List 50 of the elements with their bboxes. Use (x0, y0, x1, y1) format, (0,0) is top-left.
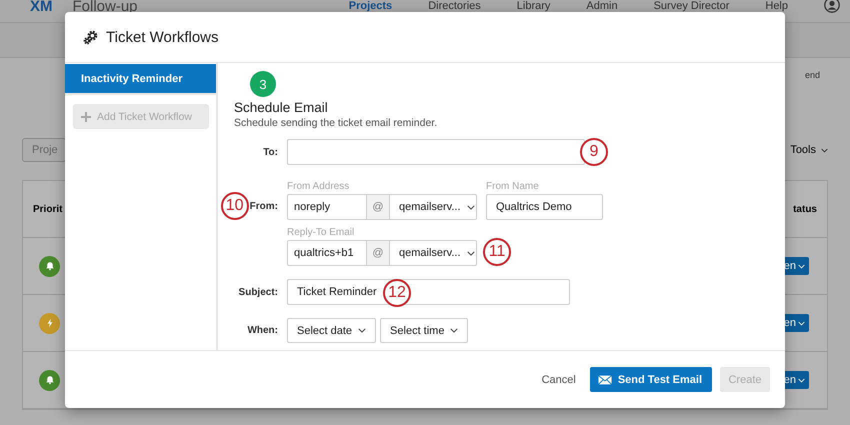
nav-link[interactable]: Library (516, 0, 550, 12)
logo[interactable]: XM (30, 0, 52, 14)
chevron-down-icon (798, 320, 805, 326)
section-description: Schedule sending the ticket email reminder. (234, 117, 438, 129)
cancel-button[interactable]: Cancel (536, 367, 582, 392)
domain-dropdown[interactable]: qemailserv... (389, 240, 477, 266)
envelope-icon (598, 374, 612, 384)
nav-link[interactable]: Help (765, 0, 788, 12)
at-sign-addon: @ (367, 240, 389, 266)
workflow-item[interactable]: Inactivity Reminder (65, 64, 216, 95)
dialog-title: Ticket Workflows (106, 28, 219, 46)
address-input-field[interactable]: noreply (287, 194, 367, 220)
chevron-down-icon (466, 250, 475, 256)
field-caption: Reply-To Email (287, 228, 356, 240)
field-label: To: (263, 146, 278, 158)
from-name-input-field[interactable]: Qualtrics Demo (486, 194, 603, 220)
address-input-field[interactable]: qualtrics+b1 (287, 240, 367, 266)
chevron-down-icon (798, 264, 805, 268)
time-dropdown[interactable]: Select time (380, 318, 468, 343)
gears-icon (83, 30, 98, 44)
domain-dropdown[interactable]: qemailserv... (389, 194, 477, 220)
section-title: Schedule Email (234, 100, 329, 115)
user-avatar-icon[interactable] (824, 0, 840, 13)
column-header: Priorit (33, 204, 62, 214)
callout-number: 10 (220, 192, 249, 220)
field-label: From: (250, 200, 278, 212)
field-label: Subject: (238, 286, 278, 298)
tools-menu[interactable]: Tools (790, 144, 828, 156)
header-text: end (804, 70, 820, 80)
field-label: When: (247, 325, 278, 336)
chevron-down-icon (358, 328, 366, 333)
nav-link[interactable]: Admin (586, 0, 618, 12)
chevron-down-icon (798, 378, 805, 382)
chevron-down-icon (821, 148, 828, 152)
nav-link[interactable]: Projects (348, 0, 392, 12)
send-test-email-button[interactable]: Send Test Email (590, 367, 712, 392)
field-caption: From Address (287, 182, 350, 194)
app-title: Follow-up (72, 0, 138, 14)
chevron-down-icon (450, 328, 458, 333)
callout-number: 11 (483, 238, 511, 266)
nav-link[interactable]: Survey Director (654, 0, 730, 12)
field-caption: From Name (486, 182, 540, 194)
nav-link[interactable]: Directories (428, 0, 481, 12)
plus-icon (81, 112, 91, 122)
date-dropdown[interactable]: Select date (287, 318, 376, 343)
chevron-down-icon (466, 204, 475, 210)
at-sign-addon: @ (367, 194, 389, 220)
column-header: tatus (793, 204, 817, 214)
step-number-badge: 3 (250, 71, 276, 97)
to-input-field[interactable] (287, 139, 585, 165)
